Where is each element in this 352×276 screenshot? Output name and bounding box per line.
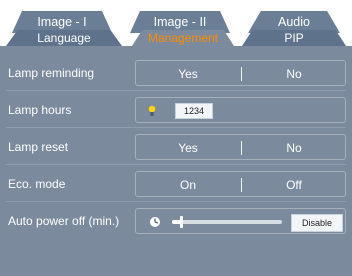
tab-language-label: Language [37, 31, 91, 45]
tab-management[interactable]: Management [132, 30, 234, 46]
lamp-reminding-label: Lamp reminding [8, 66, 95, 80]
lamp-icon [148, 105, 156, 116]
clock-icon [150, 217, 160, 227]
tab-image-ii-label: Image - II [153, 15, 207, 29]
tab-bar: Image - I Image - II Audio Language Mana… [0, 0, 352, 46]
lamp-hours-panel: 1234 [135, 97, 346, 123]
row-auto-power-off: Auto power off (min.) Disable [6, 208, 346, 234]
auto-power-off-panel: Disable [135, 208, 346, 234]
osd-menu: Image - I Image - II Audio Language Mana… [0, 0, 352, 276]
slider-knob[interactable] [180, 216, 183, 228]
tab-audio-label: Audio [278, 15, 310, 29]
tab-pip-label: PIP [284, 31, 304, 45]
divider [6, 164, 346, 165]
row-lamp-reset: Lamp reset Yes No [6, 134, 346, 160]
management-panel: Lamp reminding Yes No Lamp hours 1234 La… [6, 52, 346, 270]
lamp-reminding-options: Yes No [135, 60, 346, 86]
tab-language[interactable]: Language [6, 30, 122, 46]
lamp-reset-label: Lamp reset [8, 140, 69, 154]
divider [6, 127, 346, 128]
divider [6, 90, 346, 91]
lamp-reset-options: Yes No [135, 134, 346, 160]
auto-power-off-slider[interactable] [172, 216, 282, 228]
row-lamp-reminding: Lamp reminding Yes No [6, 60, 346, 86]
disable-button[interactable]: Disable [291, 214, 343, 232]
row-eco-mode: Eco. mode On Off [6, 171, 346, 197]
lamp-reset-yes[interactable]: Yes [136, 135, 240, 161]
eco-mode-options: On Off [135, 171, 346, 197]
lamp-reset-no[interactable]: No [242, 135, 346, 161]
tab-audio[interactable]: Audio [248, 11, 340, 33]
tab-image-ii[interactable]: Image - II [130, 11, 230, 33]
eco-mode-on[interactable]: On [136, 172, 240, 198]
tab-image-i-label: Image - I [37, 15, 87, 29]
tab-image-i[interactable]: Image - I [12, 11, 112, 33]
eco-mode-off[interactable]: Off [242, 172, 346, 198]
tab-management-label: Management [147, 31, 219, 45]
lamp-hours-label: Lamp hours [8, 103, 72, 117]
lamp-reminding-no[interactable]: No [242, 61, 346, 87]
auto-power-off-label: Auto power off (min.) [8, 214, 120, 228]
eco-mode-label: Eco. mode [8, 177, 66, 191]
row-lamp-hours: Lamp hours 1234 [6, 97, 346, 123]
lamp-hours-value: 1234 [175, 103, 213, 119]
lamp-reminding-yes[interactable]: Yes [136, 61, 240, 87]
divider [6, 201, 346, 202]
tab-pip[interactable]: PIP [242, 30, 346, 46]
